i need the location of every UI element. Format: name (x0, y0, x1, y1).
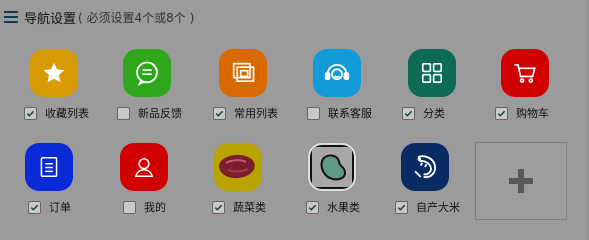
nav-item[interactable]: 蔬菜类 (189, 143, 279, 233)
nav-item-label: 分类 (423, 107, 445, 120)
panel-title: 导航设置 (24, 11, 77, 27)
nav-item-label: 订单 (49, 201, 71, 214)
nav-item-label: 蔬菜类 (233, 201, 266, 214)
nav-item-label: 常用列表 (234, 107, 278, 120)
star-icon[interactable] (30, 49, 78, 97)
nav-item-label: 收藏列表 (45, 107, 89, 120)
nav-item-label: 联系客服 (328, 107, 372, 120)
checkbox[interactable] (495, 106, 508, 120)
shrimp-icon[interactable] (401, 143, 449, 191)
nav-item-label: 我的 (144, 201, 166, 214)
nav-item[interactable]: 分类 (383, 49, 473, 139)
add-nav-item-button[interactable] (475, 142, 567, 220)
panel-header: 导航设置 ( 必须设置4个或8个 ) (4, 8, 195, 27)
plus-icon (509, 169, 533, 193)
nav-item[interactable]: 水果类 (283, 143, 373, 233)
panel-subtitle: ( 必须设置4个或8个 ) (78, 10, 195, 25)
headset-icon[interactable] (313, 49, 361, 97)
nav-item-label: 购物车 (516, 107, 549, 120)
checkbox[interactable] (212, 200, 225, 214)
chat-bubble-icon[interactable] (123, 49, 171, 97)
nav-settings-panel: 导航设置 ( 必须设置4个或8个 ) 收藏列表 新品反馈 常用列表 联系客服 分… (0, 0, 588, 240)
checkbox[interactable] (28, 200, 41, 214)
document-icon[interactable] (25, 143, 73, 191)
nav-item[interactable]: 新品反馈 (98, 49, 188, 139)
nav-item[interactable]: 自产大米 (376, 143, 466, 233)
checkbox[interactable] (213, 106, 226, 120)
bean-icon[interactable] (308, 143, 356, 191)
nav-item-label: 水果类 (327, 201, 360, 214)
person-icon[interactable] (120, 143, 168, 191)
nav-item[interactable]: 联系客服 (288, 49, 378, 139)
nav-item[interactable]: 我的 (95, 143, 185, 233)
nav-item[interactable]: 常用列表 (194, 49, 284, 139)
checkbox[interactable] (117, 106, 130, 120)
grid-icon[interactable] (408, 49, 456, 97)
stacked-frames-icon[interactable] (219, 49, 267, 97)
meat-photo-icon[interactable] (214, 143, 262, 191)
shopping-cart-icon[interactable] (501, 49, 549, 97)
nav-item[interactable]: 订单 (0, 143, 90, 233)
nav-item-label: 新品反馈 (138, 107, 182, 120)
checkbox[interactable] (306, 200, 319, 214)
checkbox[interactable] (395, 200, 408, 214)
checkbox[interactable] (307, 106, 320, 120)
checkbox[interactable] (24, 106, 37, 120)
menu-icon (4, 11, 18, 23)
nav-item[interactable]: 购物车 (476, 49, 566, 139)
checkbox[interactable] (123, 200, 136, 214)
nav-item[interactable]: 收藏列表 (5, 49, 95, 139)
nav-item-label: 自产大米 (416, 201, 460, 214)
checkbox[interactable] (402, 106, 415, 120)
